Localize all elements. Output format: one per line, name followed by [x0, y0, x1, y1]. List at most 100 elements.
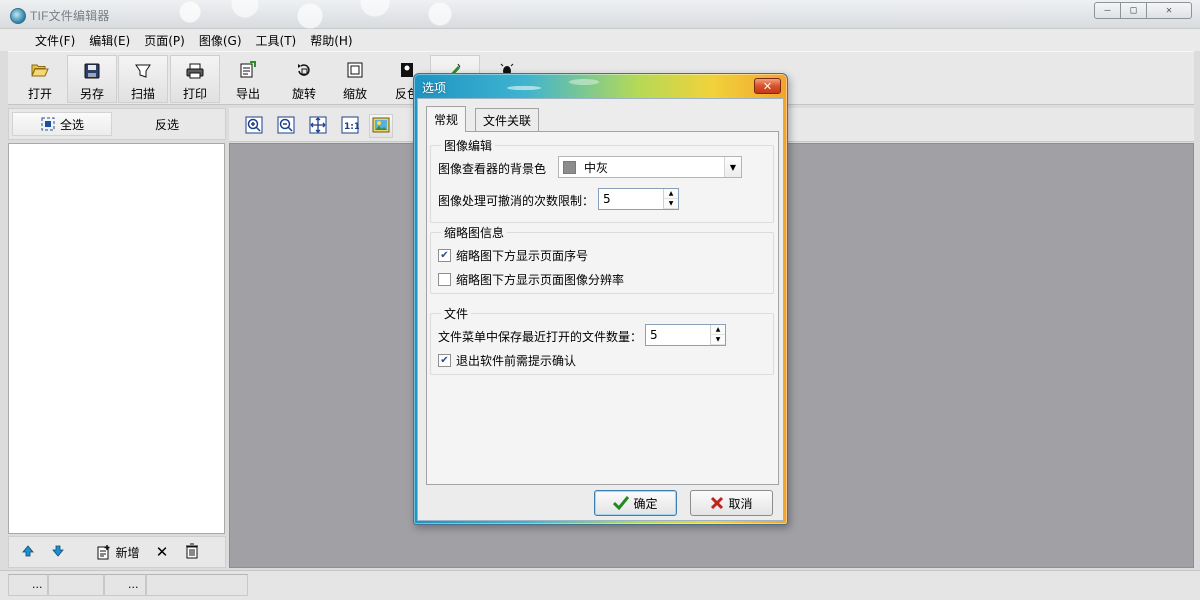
spin-down-icon[interactable]: ▼ [663, 199, 678, 209]
zoom-in-icon [245, 116, 263, 137]
delete-page-button[interactable] [179, 540, 205, 564]
show-resolution-checkbox[interactable] [438, 273, 451, 286]
zoom-in-button[interactable] [242, 114, 266, 138]
arrow-down-icon [52, 545, 64, 560]
spin-up-icon[interactable]: ▲ [710, 325, 725, 335]
export-button[interactable]: 导出 [223, 55, 273, 103]
app-icon [10, 8, 26, 24]
cancel-label: 取消 [728, 496, 753, 511]
show-resolution-option[interactable]: 缩略图下方显示页面图像分辨率 [438, 271, 624, 288]
move-up-button[interactable] [13, 540, 43, 564]
recent-files-label: 文件菜单中保存最近打开的文件数量： [438, 330, 643, 344]
move-down-button[interactable] [43, 540, 73, 564]
invert-selection-button[interactable]: 反选 [117, 112, 217, 136]
menu-edit[interactable]: 编辑(E) [82, 30, 137, 51]
image-edit-group-title: 图像编辑 [441, 137, 496, 154]
menu-image[interactable]: 图像(G) [192, 30, 249, 51]
cancel-button[interactable]: 取消 [690, 490, 773, 516]
close-button[interactable]: ✕ [1146, 2, 1192, 19]
bg-color-select[interactable]: 中灰 ▼ [558, 156, 742, 178]
maximize-icon: □ [1130, 5, 1137, 16]
menu-page[interactable]: 页面(P) [137, 30, 192, 51]
confirm-exit-option[interactable]: ✔ 退出软件前需提示确认 [438, 352, 576, 369]
undo-limit-stepper[interactable]: 5 ▲ ▼ [598, 188, 679, 210]
close-icon: ✕ [762, 79, 773, 93]
bg-color-swatch [563, 160, 576, 174]
add-page-button[interactable]: 新增 [91, 540, 145, 564]
undo-limit-spin: ▲ ▼ [663, 189, 678, 209]
actual-size-icon: 1:1 [341, 116, 360, 137]
zoom-button[interactable]: 缩放 [330, 55, 380, 103]
view-image-button[interactable] [369, 114, 393, 138]
scanner-icon [134, 61, 152, 80]
confirm-exit-label: 退出软件前需提示确认 [456, 354, 577, 368]
save-as-label: 另存 [79, 87, 104, 101]
ok-button[interactable]: 确定 [594, 490, 677, 516]
fit-window-icon [309, 116, 327, 137]
thumbnail-info-group: 缩略图信息 ✔ 缩略图下方显示页面序号 缩略图下方显示页面图像分辨率 [430, 224, 774, 294]
status-bar: ... ... [0, 570, 1200, 600]
rotate-icon [296, 60, 312, 80]
confirm-exit-checkbox[interactable]: ✔ [438, 354, 451, 367]
arrow-up-icon [22, 544, 34, 560]
options-dialog: 选项 ✕ 常规 文件关联 图像编辑 图像查看器的背景色 中灰 ▼ 图像处理可撤消… [413, 73, 788, 525]
bg-color-label: 图像查看器的背景色 [438, 162, 547, 176]
add-page-label: 新增 [115, 545, 140, 560]
menu-bar: 文件(F) 编辑(E) 页面(P) 图像(G) 工具(T) 帮助(H) [0, 29, 1200, 51]
tab-file-association[interactable]: 文件关联 [475, 108, 540, 131]
print-button[interactable]: 打印 [170, 55, 220, 103]
svg-text:1:1: 1:1 [344, 122, 359, 132]
menu-file[interactable]: 文件(F) [28, 30, 82, 51]
thumbnail-actions: 新增 ✕ [8, 536, 226, 568]
picture-icon [372, 116, 390, 137]
floppy-disk-icon [84, 61, 100, 80]
menu-help[interactable]: 帮助(H) [303, 30, 359, 51]
actual-size-button[interactable]: 1:1 [338, 114, 362, 138]
spin-up-icon[interactable]: ▲ [663, 189, 678, 199]
show-page-number-checkbox[interactable]: ✔ [438, 249, 451, 262]
rotate-label: 旋转 [291, 87, 316, 101]
minimize-button[interactable]: – [1094, 2, 1121, 19]
invert-selection-label: 反选 [154, 117, 179, 132]
title-bar [0, 0, 1200, 34]
maximize-button[interactable]: □ [1120, 2, 1147, 19]
thumbnail-list[interactable] [8, 143, 225, 534]
status-cell-4 [146, 574, 248, 596]
fit-window-button[interactable] [306, 114, 330, 138]
open-label: 打开 [27, 87, 52, 101]
scan-label: 扫描 [130, 87, 155, 101]
recent-files-value: 5 [650, 328, 658, 342]
show-page-number-option[interactable]: ✔ 缩略图下方显示页面序号 [438, 247, 588, 264]
menu-tools[interactable]: 工具(T) [249, 30, 304, 51]
zoom-label: 缩放 [342, 87, 367, 101]
scan-button[interactable]: 扫描 [118, 55, 168, 103]
zoom-out-button[interactable] [274, 114, 298, 138]
x-icon [710, 496, 724, 510]
save-as-button[interactable]: 另存 [67, 55, 117, 103]
select-all-label: 全选 [59, 117, 84, 132]
select-all-button[interactable]: 全选 [12, 112, 112, 136]
spin-down-icon[interactable]: ▼ [710, 335, 725, 345]
resize-icon [347, 60, 363, 80]
recent-files-spin: ▲ ▼ [710, 325, 725, 345]
status-cell-2 [48, 574, 104, 596]
checkmark-icon [613, 496, 630, 510]
remove-page-button[interactable]: ✕ [149, 540, 175, 564]
folder-open-icon [31, 60, 49, 80]
undo-limit-label: 图像处理可撤消的次数限制： [438, 194, 595, 208]
export-label: 导出 [235, 87, 260, 101]
select-all-icon [40, 116, 56, 132]
file-group-title: 文件 [441, 305, 472, 322]
dialog-title: 选项 [422, 81, 447, 95]
tab-general[interactable]: 常规 [426, 106, 467, 132]
chevron-down-icon[interactable]: ▼ [724, 157, 741, 177]
dialog-close-button[interactable]: ✕ [754, 78, 781, 94]
rotate-button[interactable]: 旋转 [279, 55, 329, 103]
window-controls: – □ ✕ [1094, 2, 1192, 19]
open-button[interactable]: 打开 [15, 55, 65, 103]
printer-icon [186, 61, 204, 80]
recent-files-stepper[interactable]: 5 ▲ ▼ [645, 324, 726, 346]
window-title: TIF文件编辑器 [30, 9, 110, 23]
ok-label: 确定 [633, 496, 658, 511]
status-cell-3: ... [104, 574, 146, 596]
